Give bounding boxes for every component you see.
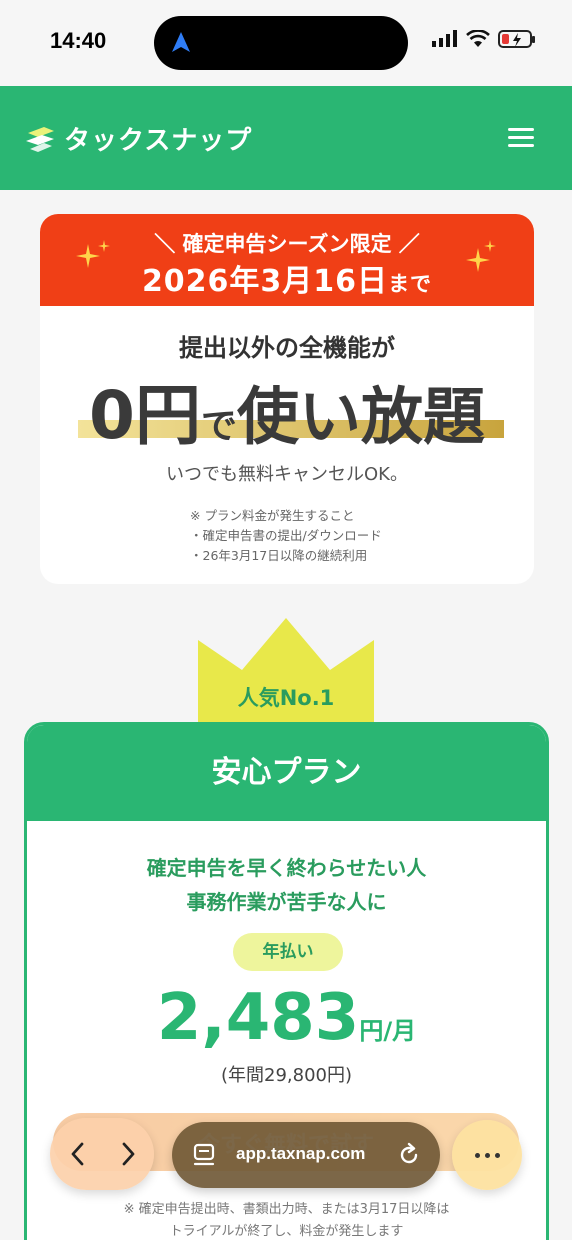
- wifi-icon: [466, 30, 490, 47]
- back-icon[interactable]: [68, 1140, 88, 1168]
- browser-nav-buttons: [50, 1118, 154, 1190]
- address-bar[interactable]: app.taxnap.com: [172, 1122, 440, 1188]
- forward-icon[interactable]: [118, 1140, 138, 1168]
- billing-badge: 年払い: [233, 933, 343, 971]
- cellular-signal-icon: [432, 30, 457, 47]
- plan-price-yearly: (年間29,800円): [220, 1065, 353, 1086]
- url-text: app.taxnap.com: [236, 1144, 366, 1163]
- plan-name: 安心プラン: [27, 725, 546, 821]
- reload-icon[interactable]: [396, 1142, 422, 1168]
- promo-banner: ＼ 確定申告シーズン限定 ／ 2026年3月16日まで: [40, 214, 534, 306]
- plan-note: ※ 確定申告提出時、書類出力時、または3月17日以降は トライアルが終了し、料金…: [123, 1202, 450, 1239]
- navigation-arrow-icon: [172, 32, 190, 52]
- status-time: 14:40: [50, 28, 107, 53]
- promo-headline: 提出以外の全機能が: [179, 334, 395, 362]
- menu-icon[interactable]: [508, 128, 534, 148]
- status-icons: [432, 30, 535, 48]
- battery-icon: [498, 30, 535, 48]
- popular-badge: 人気No.1: [237, 686, 335, 710]
- promo-notes: ※ プラン料金が発生すること ・確定申告書の提出/ダウンロード ・26年3月17…: [190, 508, 382, 563]
- promo-season: ＼ 確定申告シーズン限定 ／: [154, 232, 420, 256]
- promo-free-unlimited: 0円で使い放題: [40, 362, 534, 454]
- more-options-button[interactable]: [452, 1120, 522, 1190]
- dynamic-island: [154, 16, 408, 70]
- status-bar: 14:40: [0, 0, 572, 86]
- taxnap-logo-icon: [26, 126, 54, 152]
- site-header: タックスナップ: [0, 86, 572, 190]
- promo-card: ＼ 確定申告シーズン限定 ／ 2026年3月16日まで 提出以外の全機能が 0円…: [40, 214, 534, 584]
- promo-deadline: 2026年3月16日まで: [141, 264, 433, 299]
- plan-price: 2,483円/月: [156, 981, 417, 1055]
- site-logo[interactable]: タックスナップ: [24, 120, 252, 157]
- plan-target: 確定申告を早く終わらせたい人 事務作業が苦手な人に: [146, 856, 427, 914]
- page-menu-icon[interactable]: [192, 1142, 218, 1168]
- logo-text: タックスナップ: [64, 126, 253, 156]
- promo-cancel-text: いつでも無料キャンセルOK。: [166, 464, 408, 485]
